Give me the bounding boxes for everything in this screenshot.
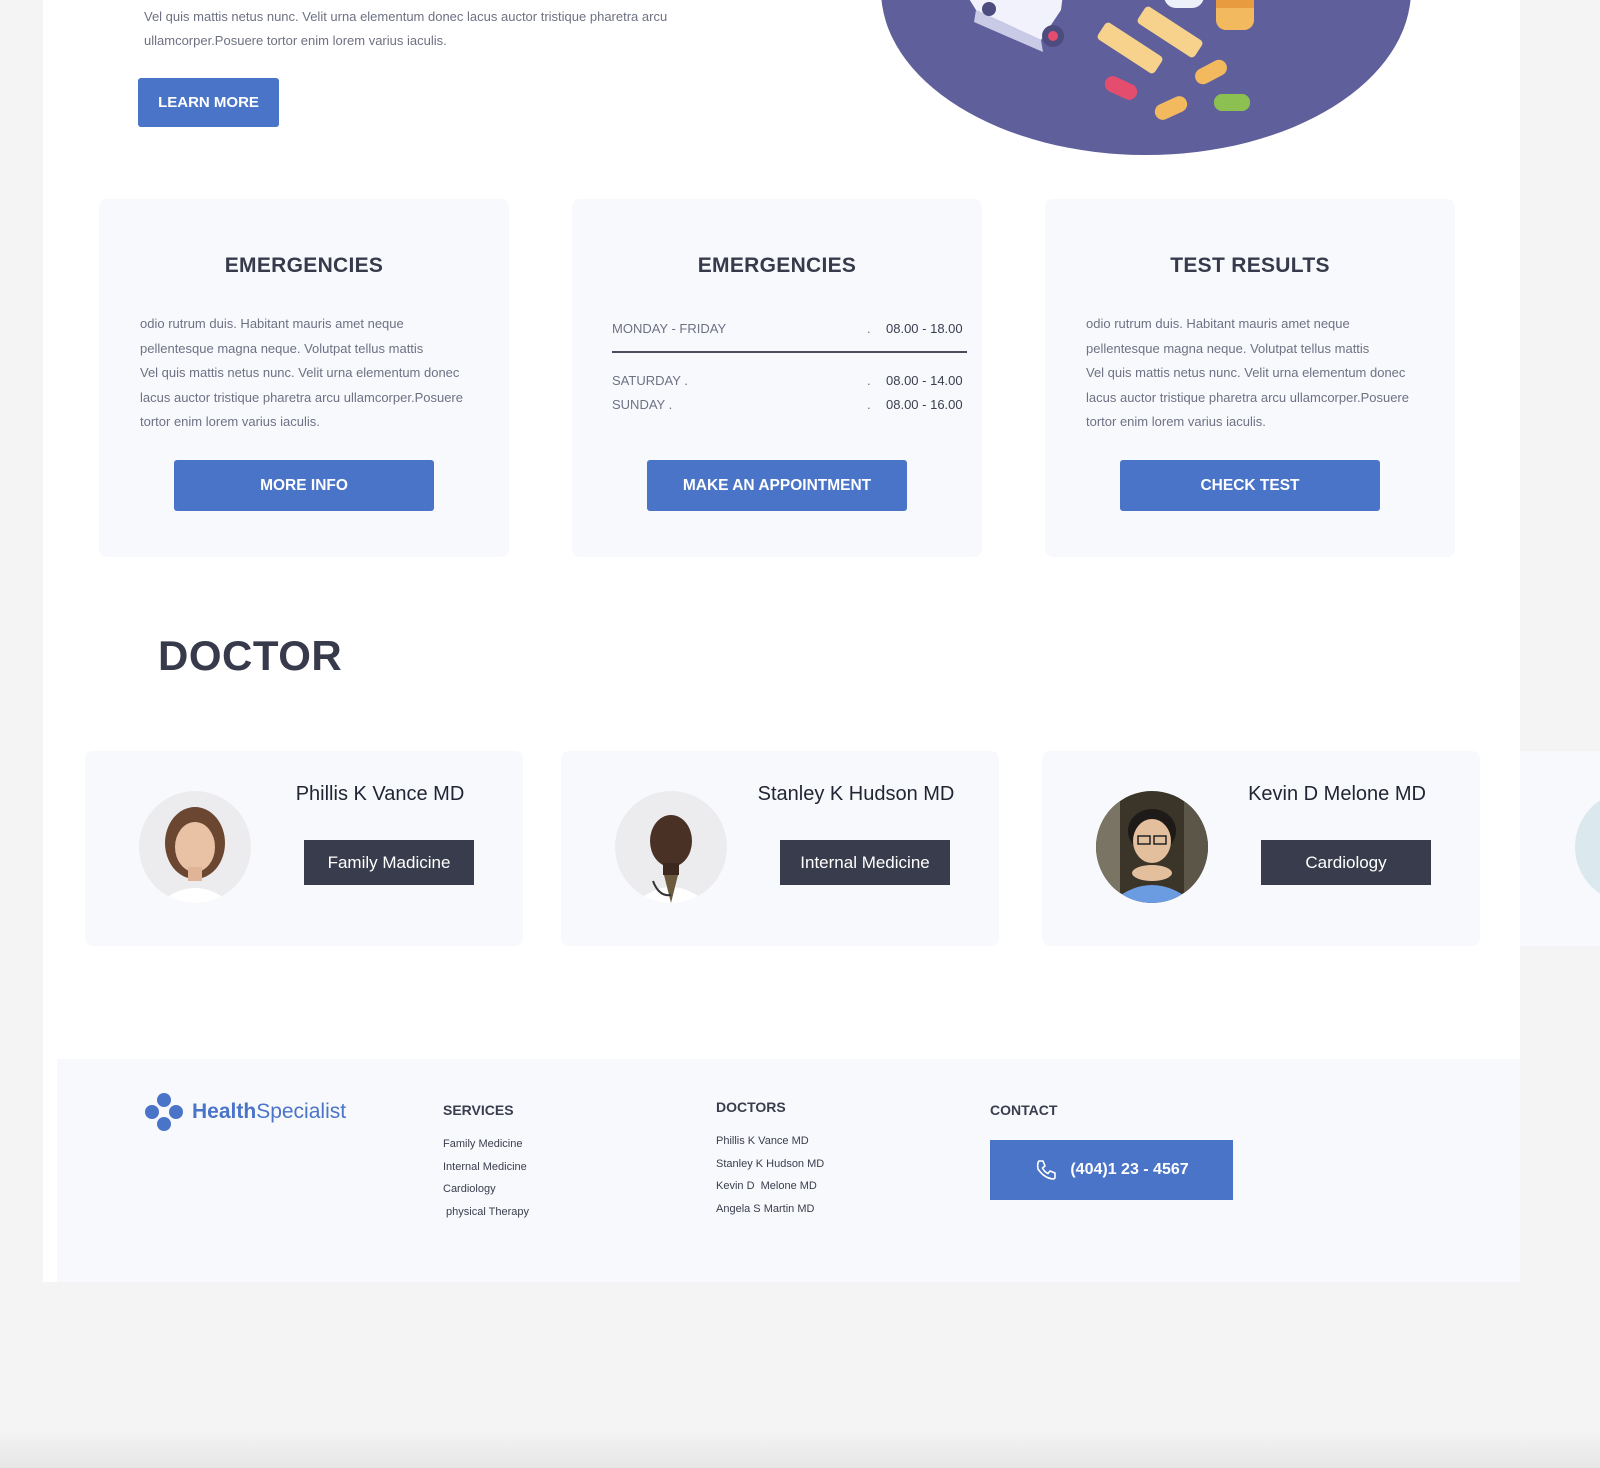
- card-text-line: lacus auctor tristique pharetra arcu ull…: [140, 389, 463, 405]
- footer-doctor-link[interactable]: Angela S Martin MD: [716, 1198, 824, 1221]
- hours-separator: .: [867, 397, 871, 412]
- footer-service-link[interactable]: Cardiology: [443, 1178, 529, 1201]
- hours-row: SUNDAY . . 08.00 - 16.00: [612, 393, 967, 418]
- hours-day: MONDAY - FRIDAY: [612, 321, 727, 336]
- make-appointment-button[interactable]: MAKE AN APPOINTMENT: [647, 460, 907, 511]
- footer-doctor-link[interactable]: Stanley K Hudson MD: [716, 1153, 824, 1176]
- card-title: TEST RESULTS: [1170, 254, 1330, 277]
- footer-service-link[interactable]: physical Therapy: [443, 1201, 529, 1224]
- phone-contact-button[interactable]: (404)1 23 - 4567: [990, 1140, 1233, 1200]
- doctor-avatar: [1096, 791, 1208, 903]
- footer-contact-column: CONTACT: [990, 1102, 1057, 1133]
- emergencies-card: EMERGENCIES odio rutrum duis. Habitant m…: [99, 199, 509, 557]
- card-title: EMERGENCIES: [697, 254, 857, 277]
- card-text-line: Vel quis mattis netus nunc. Velit urna e…: [140, 365, 460, 380]
- doctor-specialty-tag[interactable]: Family Madicine: [304, 840, 474, 885]
- card-description: odio rutrum duis. Habitant mauris amet n…: [140, 312, 490, 435]
- hours-day: SATURDAY .: [612, 372, 688, 388]
- card-text-line: lacus auctor tristique pharetra arcu ull…: [1086, 389, 1409, 405]
- doctor-avatar: [1575, 800, 1600, 894]
- footer-doctor-link[interactable]: Phillis K Vance MD: [716, 1130, 824, 1153]
- card-text-line: tortor enim lorem varius iaculis.: [1086, 414, 1266, 429]
- hours-row: SATURDAY . . 08.00 - 14.00: [612, 369, 967, 394]
- card-text-line: pellentesque magna neque. Volutpat tellu…: [140, 340, 424, 356]
- hours-separator: .: [867, 372, 871, 388]
- doctor-name: Stanley K Hudson MD: [757, 783, 955, 805]
- doctor-card[interactable]: Phillis K Vance MD Family Madicine: [85, 751, 523, 946]
- doctor-avatar: [615, 791, 727, 903]
- doctor-avatar: [139, 791, 251, 903]
- clover-logo-icon: [145, 1093, 183, 1131]
- hours-divider: [612, 350, 967, 353]
- opening-hours-card: EMERGENCIES MONDAY - FRIDAY . 08.00 - 18…: [572, 199, 982, 557]
- hero-text-line: ullamcorper.Posuere tortor enim lorem va…: [144, 33, 447, 48]
- doctor-specialty-tag[interactable]: Cardiology: [1261, 840, 1431, 885]
- footer-service-link[interactable]: Internal Medicine: [443, 1156, 529, 1179]
- hours-time: 08.00 - 16.00: [886, 397, 963, 412]
- footer-services-column: SERVICES Family Medicine Internal Medici…: [443, 1102, 529, 1223]
- hero-text-line: Vel quis mattis netus nunc. Velit urna e…: [144, 9, 668, 24]
- hours-time: 08.00 - 14.00: [886, 372, 963, 388]
- footer-services-heading: SERVICES: [443, 1102, 514, 1118]
- hours-separator: .: [867, 321, 871, 336]
- doctor-name: Kevin D Melone MD: [1248, 783, 1426, 805]
- brand-name-regular: Specialist: [256, 1100, 347, 1123]
- card-text-line: Vel quis mattis netus nunc. Velit urna e…: [1086, 365, 1406, 380]
- learn-more-button[interactable]: LEARN MORE: [138, 78, 279, 127]
- doctor-card[interactable]: Stanley K Hudson MD Internal Medicine: [561, 751, 999, 946]
- phone-number: (404)1 23 - 4567: [1070, 1161, 1189, 1178]
- footer-doctors-column: DOCTORS Phillis K Vance MD Stanley K Hud…: [716, 1099, 824, 1220]
- footer-doctors-heading: DOCTORS: [716, 1099, 786, 1115]
- brand-name-bold: Health: [192, 1100, 257, 1123]
- card-text-line: pellentesque magna neque. Volutpat tellu…: [1086, 340, 1370, 356]
- footer-service-link[interactable]: Family Medicine: [443, 1133, 529, 1156]
- doctor-name: Phillis K Vance MD: [295, 783, 465, 805]
- ambulance-pills-illustration: [881, 0, 1411, 155]
- card-text-line: odio rutrum duis. Habitant mauris amet n…: [140, 316, 404, 331]
- site-footer: HealthSpecialist SERVICES Family Medicin…: [57, 1059, 1520, 1282]
- more-info-button[interactable]: MORE INFO: [174, 460, 434, 511]
- bottom-shade: [0, 1430, 1600, 1468]
- hours-row: MONDAY - FRIDAY . 08.00 - 18.00: [612, 317, 967, 342]
- doctor-card[interactable]: Kevin D Melone MD Cardiology: [1042, 751, 1480, 946]
- doctor-specialty-tag[interactable]: Internal Medicine: [780, 840, 950, 885]
- card-text-line: odio rutrum duis. Habitant mauris amet n…: [1086, 316, 1350, 331]
- doctor-section-heading: DOCTOR: [158, 632, 343, 679]
- brand-name: HealthSpecialist: [192, 1100, 346, 1124]
- hours-day: SUNDAY .: [612, 397, 673, 412]
- hours-time: 08.00 - 18.00: [886, 321, 963, 336]
- brand-logo[interactable]: HealthSpecialist: [144, 1092, 346, 1132]
- card-title: EMERGENCIES: [224, 254, 384, 277]
- phone-icon: [1037, 1160, 1057, 1180]
- footer-contact-heading: CONTACT: [990, 1102, 1058, 1118]
- test-results-card: TEST RESULTS odio rutrum duis. Habitant …: [1045, 199, 1455, 557]
- hero-description: Vel quis mattis netus nunc. Velit urna e…: [144, 5, 724, 53]
- opening-hours-table: MONDAY - FRIDAY . 08.00 - 18.00 SATURDAY…: [612, 317, 967, 418]
- doctor-card-partial[interactable]: [1520, 751, 1600, 946]
- card-description: odio rutrum duis. Habitant mauris amet n…: [1086, 312, 1436, 435]
- card-text-line: tortor enim lorem varius iaculis.: [140, 414, 320, 429]
- check-test-button[interactable]: CHECK TEST: [1120, 460, 1380, 511]
- footer-doctor-link[interactable]: Kevin D Melone MD: [716, 1175, 824, 1198]
